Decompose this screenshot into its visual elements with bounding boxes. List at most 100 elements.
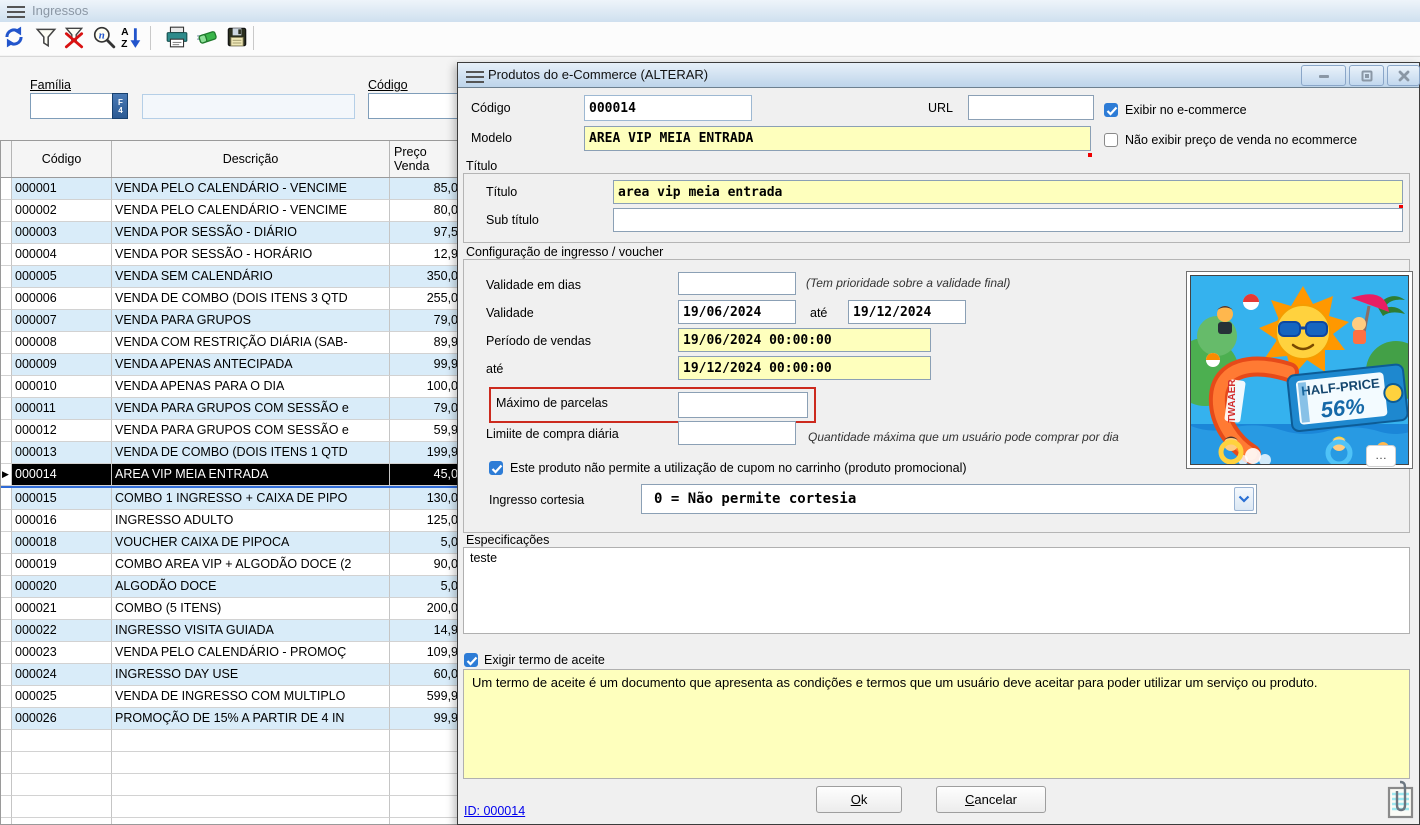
- nao-exibir-checkbox-label[interactable]: Não exibir preço de venda no ecommerce: [1125, 133, 1357, 147]
- cancel-label: Cancelar: [965, 792, 1017, 807]
- codigo-filter-input[interactable]: [368, 93, 464, 119]
- table-row[interactable]: 000001VENDA PELO CALENDÁRIO - VENCIME85,…: [1, 178, 461, 200]
- eraser-icon[interactable]: [195, 25, 221, 51]
- cortesia-label: Ingresso cortesia: [489, 493, 584, 507]
- grid-header-selector: [1, 141, 12, 177]
- periodo-ate-input[interactable]: [678, 356, 931, 380]
- table-row[interactable]: 000022INGRESSO VISITA GUIADA14,9: [1, 620, 461, 642]
- exibir-checkbox-label[interactable]: Exibir no e-commerce: [1125, 103, 1247, 117]
- toolbar-divider: [0, 56, 1420, 57]
- id-link[interactable]: ID: 000014: [464, 804, 525, 818]
- main-window-title: Ingressos: [32, 3, 88, 18]
- table-row[interactable]: 000026PROMOÇÃO DE 15% A PARTIR DE 4 IN99…: [1, 708, 461, 730]
- familia-input[interactable]: [30, 93, 113, 119]
- save-icon[interactable]: [225, 25, 251, 51]
- table-row-empty[interactable]: [1, 752, 461, 774]
- screen: Ingressos: [0, 0, 1420, 825]
- filter-icon[interactable]: [34, 25, 60, 51]
- grid-header-preco[interactable]: Preço Venda: [390, 141, 461, 177]
- table-row[interactable]: 000007VENDA PARA GRUPOS79,0: [1, 310, 461, 332]
- preco-line2: Venda: [394, 159, 429, 173]
- table-row-empty[interactable]: [1, 818, 461, 825]
- table-row[interactable]: 000019COMBO AREA VIP + ALGODÃO DOCE (290…: [1, 554, 461, 576]
- table-row[interactable]: 000002VENDA PELO CALENDÁRIO - VENCIME80,…: [1, 200, 461, 222]
- sort-az-icon[interactable]: A Z: [119, 25, 145, 51]
- cortesia-dropdown-icon[interactable]: [1234, 487, 1254, 511]
- dialog-menu-icon[interactable]: [466, 68, 484, 82]
- limite-input[interactable]: [678, 421, 796, 445]
- image-more-button[interactable]: …: [1366, 445, 1396, 467]
- validade-de-input[interactable]: [678, 300, 796, 324]
- table-row[interactable]: 000023VENDA PELO CALENDÁRIO - PROMOÇ109,…: [1, 642, 461, 664]
- table-row[interactable]: 000020ALGODÃO DOCE5,0: [1, 576, 461, 598]
- table-row[interactable]: 000024INGRESSO DAY USE60,0: [1, 664, 461, 686]
- url-input[interactable]: [968, 95, 1094, 120]
- validade-dias-input[interactable]: [678, 272, 796, 295]
- table-row[interactable]: 000018VOUCHER CAIXA DE PIPOCA5,0: [1, 532, 461, 554]
- table-row[interactable]: 000005VENDA SEM CALENDÁRIO350,0: [1, 266, 461, 288]
- table-row[interactable]: 000013VENDA DE COMBO (DOIS ITENS 1 QTD19…: [1, 442, 461, 464]
- table-row[interactable]: 000015COMBO 1 INGRESSO + CAIXA DE PIPO13…: [1, 488, 461, 510]
- table-row[interactable]: 000009VENDA APENAS ANTECIPADA99,9: [1, 354, 461, 376]
- validade-dias-note: (Tem prioridade sobre a validade final): [806, 276, 1010, 290]
- find-icon[interactable]: n: [92, 25, 118, 51]
- nao-exibir-checkbox[interactable]: [1104, 133, 1118, 147]
- especificacoes-textarea[interactable]: teste: [463, 547, 1410, 634]
- table-row[interactable]: 000008VENDA COM RESTRIÇÃO DIÁRIA (SAB-89…: [1, 332, 461, 354]
- minimize-button[interactable]: [1301, 65, 1346, 86]
- termo-checkbox[interactable]: [464, 653, 478, 667]
- table-row[interactable]: 000011VENDA PARA GRUPOS COM SESSÃO e79,0: [1, 398, 461, 420]
- menu-icon[interactable]: [7, 3, 25, 17]
- modelo-input[interactable]: [584, 126, 1091, 151]
- cortesia-combobox[interactable]: 0 = Não permite cortesia: [641, 484, 1257, 514]
- validade-dias-label: Validade em dias: [486, 278, 581, 292]
- modelo-label: Modelo: [471, 131, 512, 145]
- table-row[interactable]: 000004VENDA POR SESSÃO - HORÁRIO12,9: [1, 244, 461, 266]
- titulo-input[interactable]: [613, 180, 1403, 204]
- table-row[interactable]: 000006VENDA DE COMBO (DOIS ITENS 3 QTD25…: [1, 288, 461, 310]
- table-row[interactable]: 000021COMBO (5 ITENS)200,0: [1, 598, 461, 620]
- table-row-empty[interactable]: [1, 774, 461, 796]
- table-row[interactable]: ▶000014AREA VIP MEIA ENTRADA45,0: [1, 464, 461, 488]
- validade-ate-input[interactable]: [848, 300, 966, 324]
- refresh-icon[interactable]: [2, 25, 28, 51]
- table-row[interactable]: 000012VENDA PARA GRUPOS COM SESSÃO e59,9: [1, 420, 461, 442]
- subtitulo-label: Sub título: [486, 213, 539, 227]
- toolbar-separator: [253, 26, 254, 50]
- periodo-de-input[interactable]: [678, 328, 931, 352]
- print-icon[interactable]: [165, 25, 191, 51]
- svg-text:Z: Z: [121, 39, 128, 49]
- termo-textarea[interactable]: Um termo de aceite é um documento que ap…: [463, 669, 1410, 779]
- table-row[interactable]: 000016INGRESSO ADULTO125,0: [1, 510, 461, 532]
- table-row-empty[interactable]: [1, 730, 461, 752]
- notes-icon[interactable]: [1387, 779, 1414, 825]
- max-parcelas-input[interactable]: [678, 392, 808, 418]
- grid-header-descricao[interactable]: Descrição: [112, 141, 390, 177]
- table-row[interactable]: 000010VENDA APENAS PARA O DIA100,0: [1, 376, 461, 398]
- table-row[interactable]: 000025VENDA DE INGRESSO COM MULTIPLO599,…: [1, 686, 461, 708]
- grid-header: Código Descrição Preço Venda: [1, 141, 461, 178]
- titulo-label: Título: [486, 185, 517, 199]
- cupom-checkbox-label[interactable]: Este produto não permite a utilização de…: [510, 461, 967, 475]
- termo-checkbox-label[interactable]: Exigir termo de aceite: [484, 653, 605, 667]
- config-group-caption: Configuração de ingresso / voucher: [466, 245, 663, 259]
- maximize-button[interactable]: [1349, 65, 1384, 86]
- clear-filter-icon[interactable]: [62, 25, 88, 51]
- close-button[interactable]: [1387, 65, 1420, 86]
- cupom-checkbox[interactable]: [489, 461, 503, 475]
- validade-label: Validade: [486, 306, 534, 320]
- exibir-checkbox[interactable]: [1104, 103, 1118, 117]
- subtitulo-input[interactable]: [613, 208, 1403, 232]
- main-toolbar: n A Z: [0, 22, 1420, 55]
- limite-note: Quantidade máxima que um usuário pode co…: [808, 430, 1119, 444]
- table-row[interactable]: 000003VENDA POR SESSÃO - DIÁRIO97,5: [1, 222, 461, 244]
- familia-f4-button[interactable]: F4: [112, 93, 128, 119]
- table-row-empty[interactable]: [1, 796, 461, 818]
- required-marker: [1088, 153, 1092, 157]
- max-parcelas-label: Máximo de parcelas: [496, 396, 608, 410]
- grid-header-codigo[interactable]: Código: [12, 141, 112, 177]
- product-image-illustration: TWAAER HALF-PRICE 56%: [1191, 276, 1409, 464]
- cancel-button[interactable]: Cancelar: [936, 786, 1046, 813]
- ok-button[interactable]: Ok: [816, 786, 902, 813]
- periodo-label: Período de vendas: [486, 334, 591, 348]
